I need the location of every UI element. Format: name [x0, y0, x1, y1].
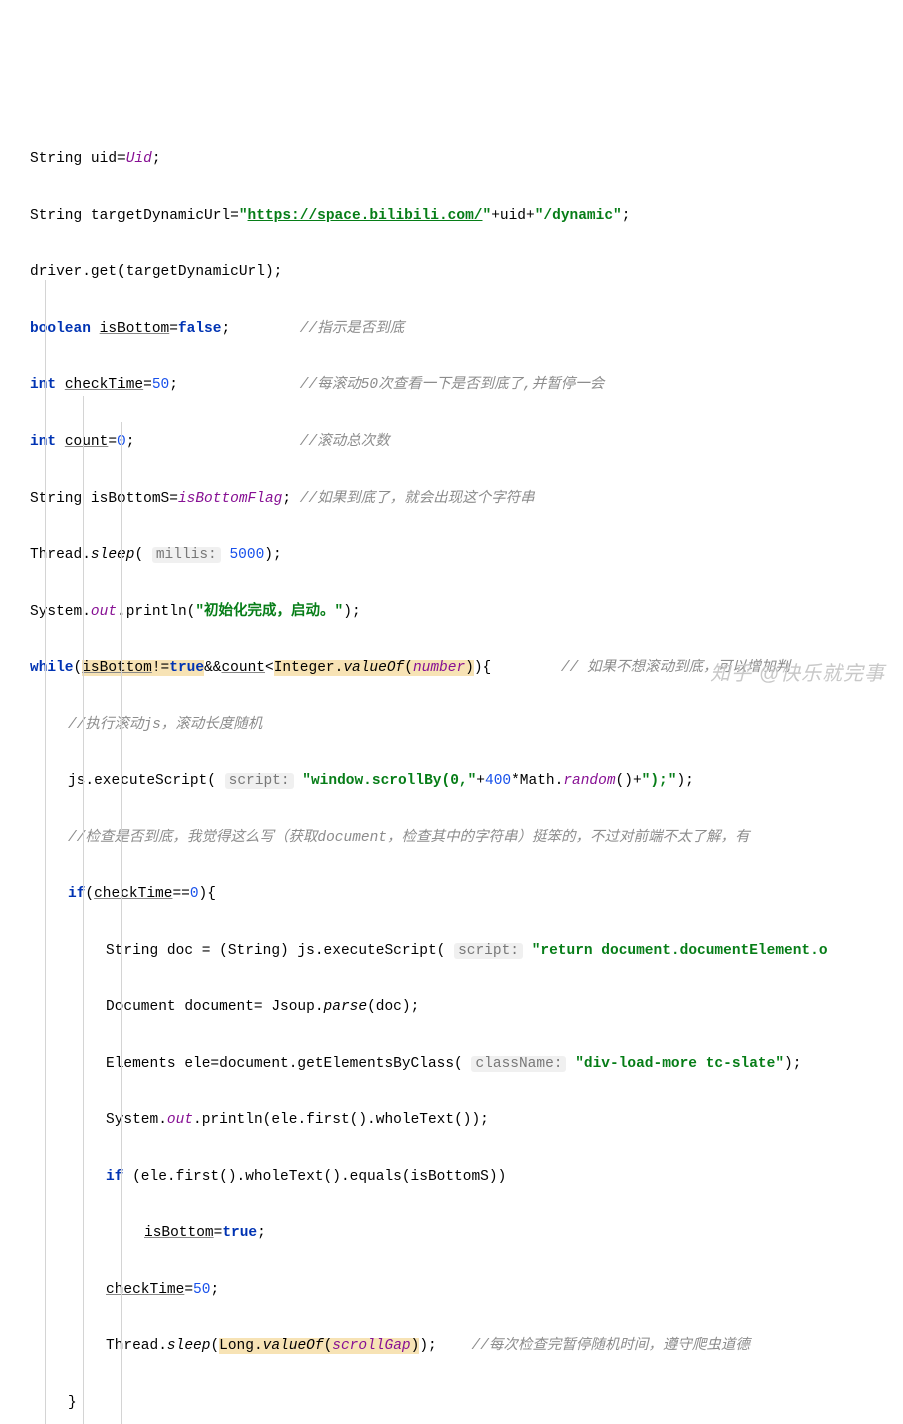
code-line: String doc = (String) js.executeScript( … — [30, 937, 903, 965]
code-line: driver.get(targetDynamicUrl); — [30, 258, 903, 286]
code-line: Thread.sleep( millis: 5000); — [30, 541, 903, 569]
code-line: if (ele.first().wholeText().equals(isBot… — [30, 1163, 903, 1191]
code-line: checkTime=50; — [30, 1276, 903, 1304]
code-line: System.out.println("初始化完成，启动。"); — [30, 598, 903, 626]
indent-guide — [121, 422, 122, 1424]
code-line: isBottom=true; — [30, 1219, 903, 1247]
code-line: int checkTime=50; //每滚动50次查看一下是否到底了,并暂停一… — [30, 371, 903, 399]
indent-guide — [83, 396, 84, 1424]
code-line: while(isBottom!=true&&count<Integer.valu… — [30, 654, 903, 682]
code-line: int count=0; //滚动总次数 — [30, 428, 903, 456]
code-line: Document document= Jsoup.parse(doc); — [30, 993, 903, 1021]
code-line: String uid=Uid; — [30, 145, 903, 173]
code-line: String targetDynamicUrl="https://space.b… — [30, 202, 903, 230]
code-editor[interactable]: String uid=Uid; String targetDynamicUrl=… — [0, 0, 903, 1424]
code-line: Elements ele=document.getElementsByClass… — [30, 1050, 903, 1078]
code-line: //执行滚动js，滚动长度随机 — [30, 711, 903, 739]
code-line: if(checkTime==0){ — [30, 880, 903, 908]
param-hint: script: — [225, 773, 294, 789]
param-hint: millis: — [152, 547, 221, 563]
param-hint: className: — [471, 1056, 566, 1072]
param-hint: script: — [454, 943, 523, 959]
code-line: System.out.println(ele.first().wholeText… — [30, 1106, 903, 1134]
code-line: Thread.sleep(Long.valueOf(scrollGap)); /… — [30, 1332, 903, 1360]
code-line: String isBottomS=isBottomFlag; //如果到底了，就… — [30, 485, 903, 513]
code-line: js.executeScript( script: "window.scroll… — [30, 767, 903, 795]
code-line: } — [30, 1389, 903, 1417]
code-line: boolean isBottom=false; //指示是否到底 — [30, 315, 903, 343]
code-line: //检查是否到底，我觉得这么写（获取document，检查其中的字符串）挺笨的，… — [30, 824, 903, 852]
indent-guide — [45, 280, 46, 1424]
